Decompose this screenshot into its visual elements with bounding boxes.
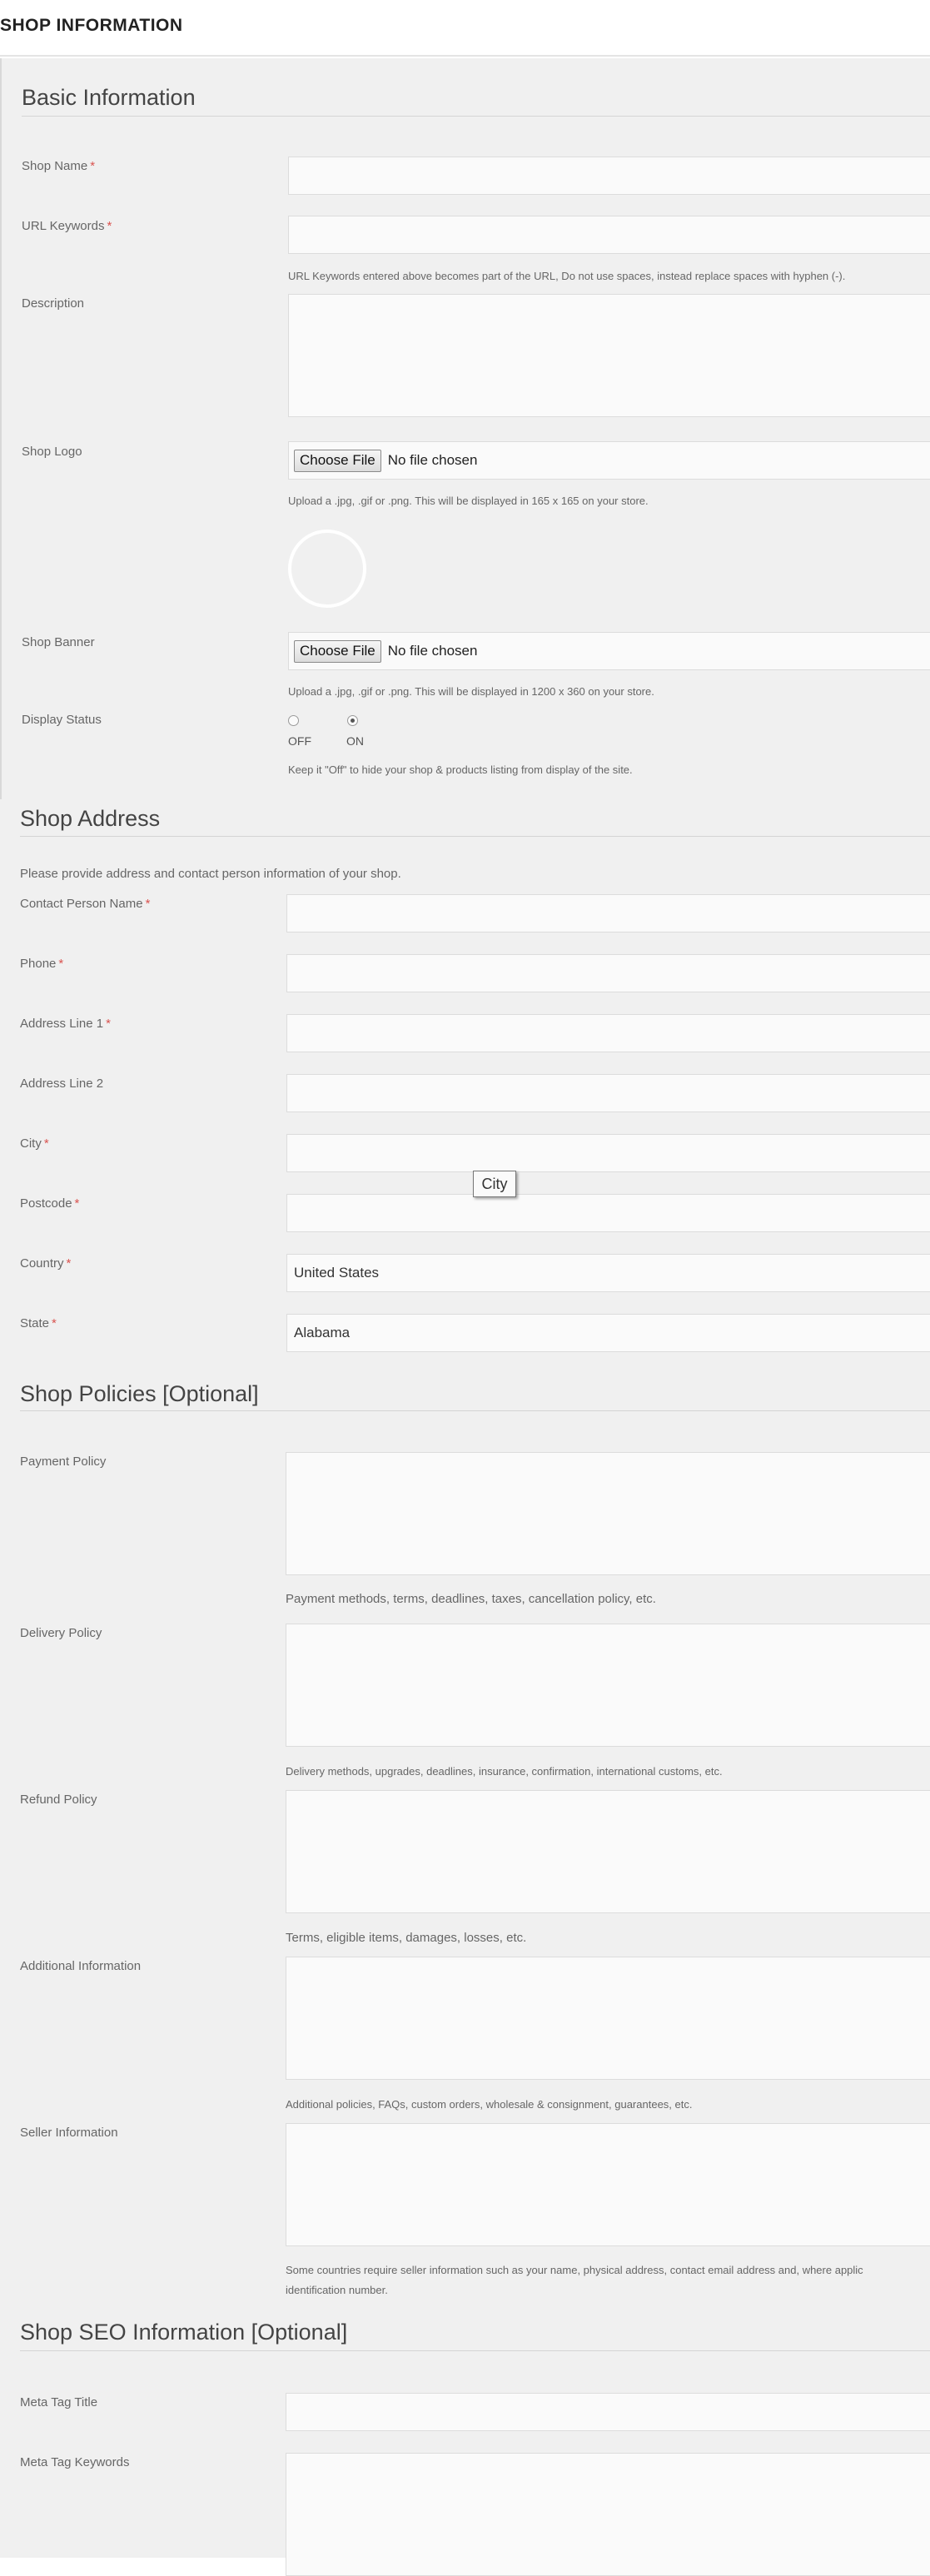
shop-logo-file-status: No file chosen (387, 452, 478, 468)
shop-logo-label: Shop Logo (22, 445, 82, 459)
contact-person-input[interactable] (286, 894, 930, 932)
seller-information-textarea[interactable] (286, 2123, 930, 2246)
payment-policy-label: Payment Policy (20, 1455, 107, 1469)
required-marker: * (106, 1017, 111, 1031)
contact-person-label: Contact Person Name * (20, 897, 151, 911)
seller-information-hint-line-1: Some countries require seller informatio… (286, 2264, 863, 2276)
section-divider (20, 1410, 930, 1411)
required-marker: * (90, 159, 96, 173)
country-selected-value: United States (294, 1265, 380, 1281)
shop-banner-file-input: Choose File No file chosen (288, 632, 930, 670)
delivery-policy-hint: Delivery methods, upgrades, deadlines, i… (286, 1765, 723, 1778)
phone-label: Phone * (20, 957, 64, 971)
meta-tag-keywords-label: Meta Tag Keywords (20, 2455, 130, 2469)
meta-tag-title-label: Meta Tag Title (20, 2395, 98, 2409)
required-marker: * (43, 1136, 49, 1151)
state-select[interactable]: Alabama (286, 1314, 930, 1352)
shop-banner-file-status: No file chosen (387, 643, 478, 659)
page-header: SHOP INFORMATION (0, 0, 930, 57)
required-marker: * (52, 1316, 57, 1330)
delivery-policy-textarea[interactable] (286, 1624, 930, 1747)
payment-policy-textarea[interactable] (286, 1452, 930, 1575)
additional-information-hint: Additional policies, FAQs, custom orders… (286, 2098, 693, 2111)
seller-information-label: Seller Information (20, 2126, 118, 2140)
shop-banner-hint: Upload a .jpg, .gif or .png. This will b… (288, 685, 654, 698)
section-divider (20, 2350, 930, 2351)
state-selected-value: Alabama (294, 1325, 351, 1340)
city-label: City * (20, 1136, 49, 1151)
section-divider (20, 836, 930, 837)
postcode-label: Postcode * (20, 1196, 80, 1211)
refund-policy-label: Refund Policy (20, 1793, 97, 1807)
url-keywords-label: URL Keywords * (22, 219, 112, 233)
country-select[interactable]: United States (286, 1254, 930, 1292)
display-status-hint: Keep it "Off" to hide your shop & produc… (288, 763, 633, 776)
panel-left-border (0, 58, 2, 799)
shop-banner-choose-file-button[interactable]: Choose File (294, 639, 381, 663)
section-divider (22, 116, 930, 117)
seller-information-hint-line-2: identification number. (286, 2284, 388, 2296)
required-marker: * (66, 1256, 72, 1271)
address-line-1-input[interactable] (286, 1014, 930, 1052)
required-marker: * (145, 897, 151, 911)
refund-policy-hint: Terms, eligible items, damages, losses, … (286, 1931, 527, 1945)
url-keywords-hint: URL Keywords entered above becomes part … (288, 270, 846, 282)
display-status-off-radio[interactable] (288, 715, 299, 726)
display-status-on-label: ON (346, 734, 364, 748)
shop-logo-file-input: Choose File No file chosen (288, 441, 930, 480)
delivery-policy-label: Delivery Policy (20, 1626, 102, 1640)
shop-address-intro: Please provide address and contact perso… (20, 867, 401, 881)
section-title-shop-seo: Shop SEO Information [Optional] (20, 2320, 348, 2345)
required-marker: * (74, 1196, 80, 1211)
required-marker: * (58, 957, 64, 971)
section-title-basic-information: Basic Information (22, 85, 196, 110)
address-line-1-label: Address Line 1 * (20, 1017, 111, 1031)
required-marker: * (107, 219, 112, 233)
additional-information-textarea[interactable] (286, 1957, 930, 2080)
description-textarea[interactable] (288, 294, 930, 417)
shop-name-label: Shop Name * (22, 159, 96, 173)
country-label: Country * (20, 1256, 72, 1271)
city-input[interactable] (286, 1134, 930, 1172)
city-tooltip: City (473, 1171, 516, 1197)
display-status-on-radio[interactable] (347, 715, 358, 726)
address-line-2-label: Address Line 2 (20, 1077, 104, 1091)
phone-input[interactable] (286, 954, 930, 992)
payment-policy-hint: Payment methods, terms, deadlines, taxes… (286, 1592, 656, 1606)
shop-logo-hint: Upload a .jpg, .gif or .png. This will b… (288, 495, 649, 507)
meta-tag-title-input[interactable] (286, 2393, 930, 2431)
refund-policy-textarea[interactable] (286, 1790, 930, 1913)
shop-logo-preview (288, 530, 366, 608)
section-title-shop-policies: Shop Policies [Optional] (20, 1381, 259, 1406)
state-label: State * (20, 1316, 57, 1330)
display-status-label: Display Status (22, 713, 102, 727)
page-title: SHOP INFORMATION (0, 16, 183, 35)
section-title-shop-address: Shop Address (20, 806, 161, 831)
shop-banner-label: Shop Banner (22, 635, 95, 649)
shop-logo-choose-file-button[interactable]: Choose File (294, 449, 381, 472)
additional-information-label: Additional Information (20, 1959, 142, 1973)
url-keywords-input[interactable] (288, 216, 930, 254)
description-label: Description (22, 296, 85, 311)
postcode-input[interactable] (286, 1194, 930, 1232)
shop-name-input[interactable] (288, 157, 930, 195)
address-line-2-input[interactable] (286, 1074, 930, 1112)
display-status-off-label: OFF (288, 734, 311, 748)
